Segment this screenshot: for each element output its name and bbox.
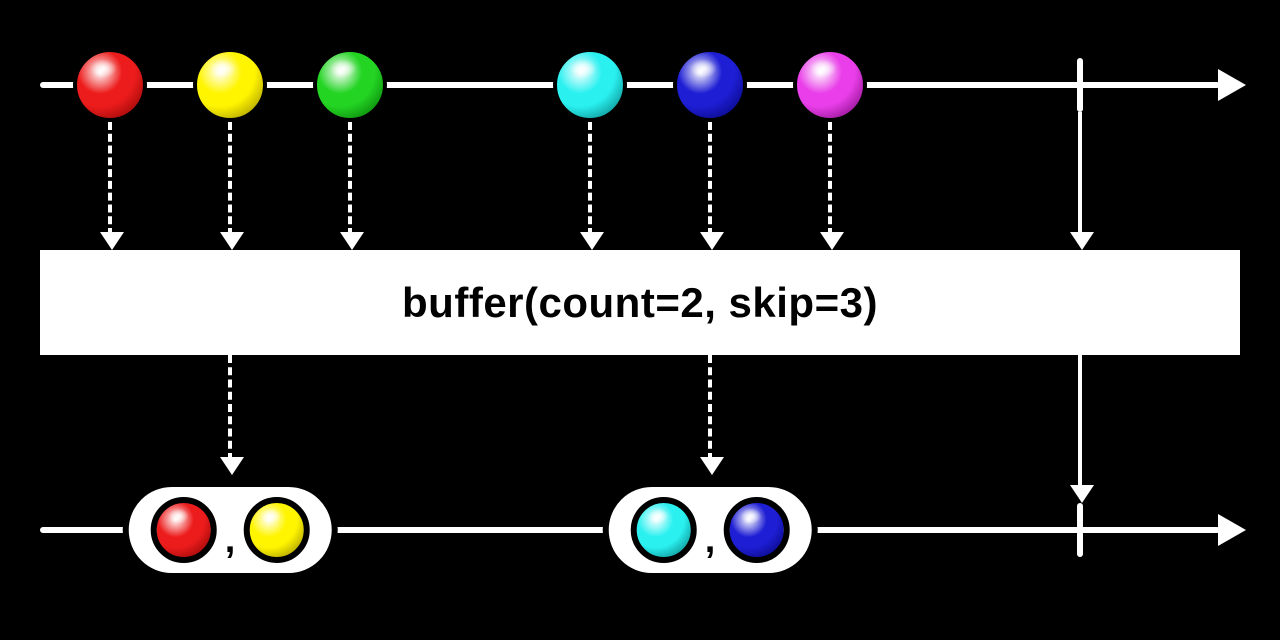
output-buffer-1-item-blue: [723, 497, 789, 563]
connector-in-blue: [708, 122, 712, 236]
input-marble-green: [313, 48, 387, 122]
marble-diagram: buffer(count=2, skip=3),,: [0, 0, 1280, 640]
output-buffer-0: ,: [123, 481, 338, 579]
input-marble-magenta: [793, 48, 867, 122]
comma-separator: ,: [223, 521, 238, 559]
connector-in-cyan: [588, 122, 592, 236]
connector-in-complete: [1078, 112, 1082, 236]
output-buffer-1-item-cyan: [631, 497, 697, 563]
connector-out-buffer-0: [228, 355, 232, 461]
connector-in-yellow: [228, 122, 232, 236]
input-marble-cyan: [553, 48, 627, 122]
connector-out-buffer-1: [708, 355, 712, 461]
connector-in-green: [348, 122, 352, 236]
comma-separator: ,: [703, 521, 718, 559]
operator-label: buffer(count=2, skip=3): [402, 279, 878, 327]
output-complete-tick: [1077, 503, 1083, 557]
output-buffer-1: ,: [603, 481, 818, 579]
output-buffer-0-item-yellow: [243, 497, 309, 563]
connector-in-red: [108, 122, 112, 236]
input-marble-red: [73, 48, 147, 122]
operator-box: buffer(count=2, skip=3): [40, 250, 1240, 355]
output-buffer-0-item-red: [151, 497, 217, 563]
input-complete-tick: [1077, 58, 1083, 112]
input-marble-yellow: [193, 48, 267, 122]
connector-out-complete: [1078, 355, 1082, 489]
connector-in-magenta: [828, 122, 832, 236]
input-marble-blue: [673, 48, 747, 122]
